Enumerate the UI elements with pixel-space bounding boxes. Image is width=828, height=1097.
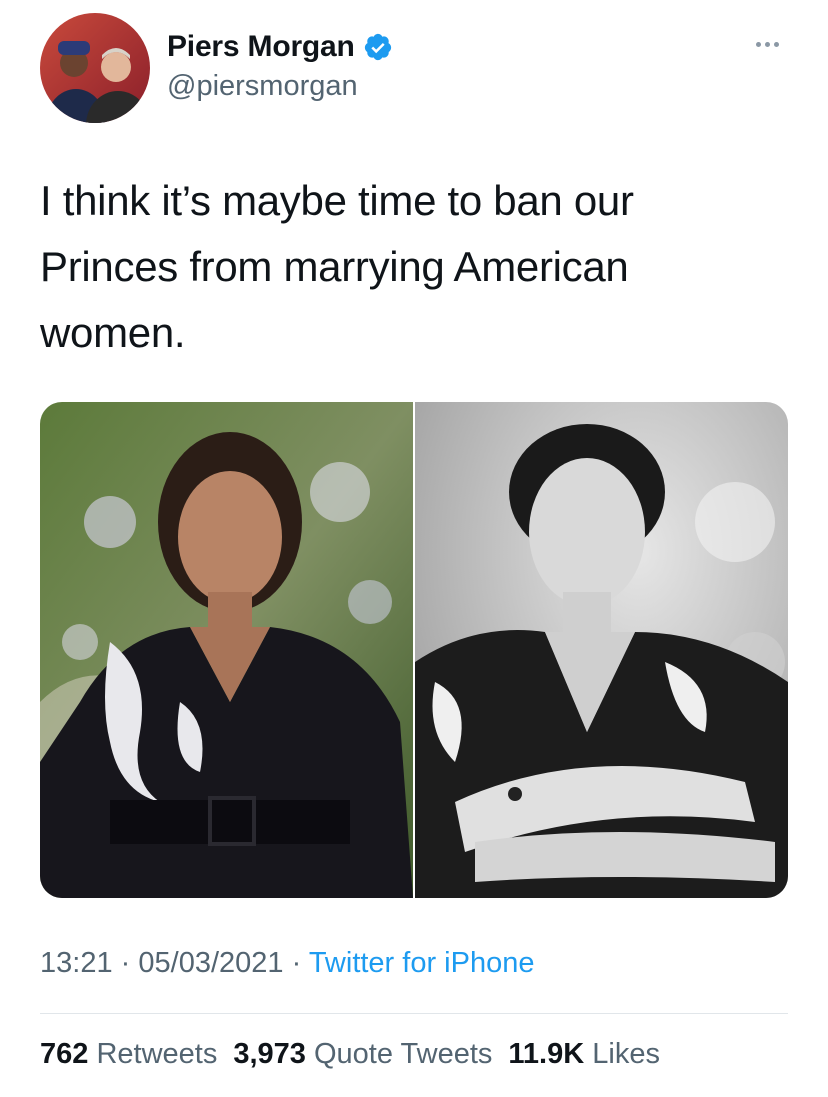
verified-badge-icon	[364, 33, 391, 61]
more-dot	[774, 42, 779, 47]
likes-count: 11.9K	[508, 1038, 585, 1070]
tweet-photo-1[interactable]	[40, 402, 413, 898]
author-display-name[interactable]: Piers Morgan	[167, 30, 355, 64]
tweet-time[interactable]: 13:21	[40, 947, 113, 979]
retweets-label: Retweets	[96, 1038, 218, 1070]
tweet-date[interactable]: 05/03/2021	[138, 947, 283, 979]
quote-tweets-count: 3,973	[233, 1038, 306, 1070]
divider	[40, 1013, 788, 1014]
tweet-source-link[interactable]: Twitter for iPhone	[309, 947, 535, 979]
meta-separator: ·	[291, 947, 302, 979]
tweet-text: I think it’s maybe time to ban our Princ…	[40, 177, 634, 356]
author-handle[interactable]: @piersmorgan	[167, 70, 358, 103]
author-name-row[interactable]: Piers Morgan	[167, 30, 393, 64]
tweet-media	[40, 402, 788, 898]
tweet-stats: 762 Retweets 3,973 Quote Tweets 11.9K Li…	[40, 1038, 660, 1071]
meta-separator: ·	[120, 947, 131, 979]
author-avatar[interactable]	[40, 13, 150, 123]
tweet-photo-2[interactable]	[415, 402, 788, 898]
retweets-stat[interactable]: 762 Retweets	[40, 1038, 217, 1071]
photo-image	[40, 402, 413, 898]
more-dot	[765, 42, 770, 47]
retweets-count: 762	[40, 1038, 89, 1070]
likes-label: Likes	[592, 1038, 660, 1070]
more-options-icon[interactable]	[752, 38, 783, 51]
photo-image	[415, 402, 788, 898]
tweet-meta: 13:21 · 05/03/2021 · Twitter for iPhone	[40, 947, 534, 980]
avatar-image	[40, 13, 150, 123]
likes-stat[interactable]: 11.9K Likes	[508, 1038, 660, 1071]
quote-tweets-stat[interactable]: 3,973 Quote Tweets	[233, 1038, 492, 1071]
more-dot	[756, 42, 761, 47]
quote-tweets-label: Quote Tweets	[313, 1038, 493, 1070]
